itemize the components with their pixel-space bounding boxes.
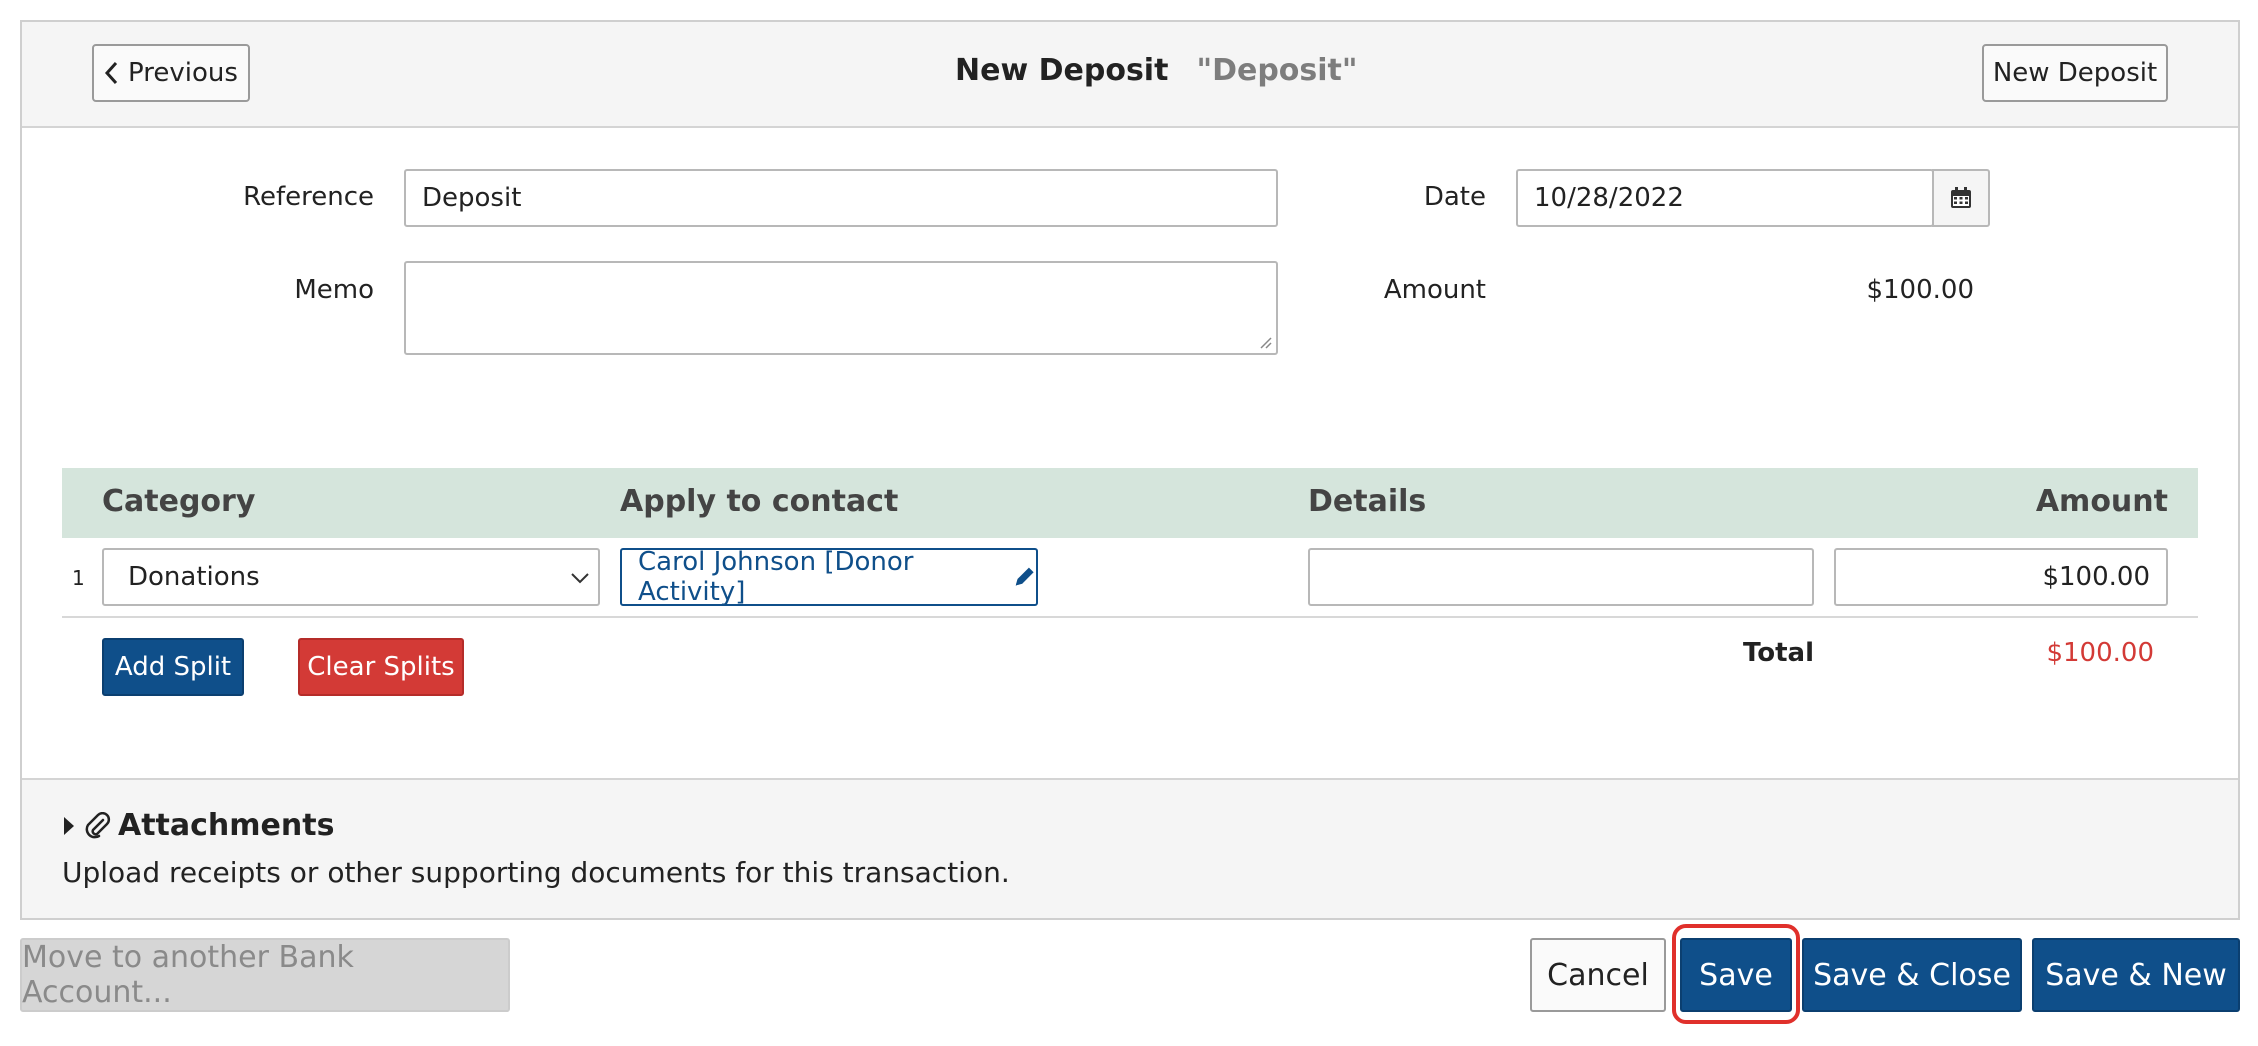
attachments-toggle[interactable]: Attachments xyxy=(62,808,334,843)
reference-value: Deposit xyxy=(422,183,522,213)
details-input[interactable] xyxy=(1308,548,1814,606)
previous-button[interactable]: Previous xyxy=(92,44,250,102)
attachments-section xyxy=(22,778,2238,918)
calendar-icon xyxy=(1951,187,1971,208)
cancel-button[interactable]: Cancel xyxy=(1530,938,1666,1012)
add-split-button[interactable]: Add Split xyxy=(102,638,244,696)
paperclip-icon xyxy=(85,811,111,838)
caret-right-icon xyxy=(64,816,74,835)
memo-label: Memo xyxy=(294,275,374,305)
date-label: Date xyxy=(1423,182,1486,212)
new-deposit-button[interactable]: New Deposit xyxy=(1982,44,2168,102)
attachments-description: Upload receipts or other supporting docu… xyxy=(62,856,1010,889)
amount-label: Amount xyxy=(1383,275,1486,305)
resize-handle-icon[interactable] xyxy=(1256,333,1272,349)
calendar-button[interactable] xyxy=(1932,169,1990,227)
contact-value: Carol Johnson [Donor Activity] xyxy=(638,547,914,607)
date-input[interactable]: 10/28/2022 xyxy=(1516,169,1934,227)
details-column-header: Details xyxy=(1308,484,1427,519)
save-button[interactable]: Save xyxy=(1680,938,1792,1012)
split-row-index: 1 xyxy=(72,566,85,590)
date-value: 10/28/2022 xyxy=(1534,183,1684,213)
total-label: Total xyxy=(1742,638,1814,668)
pencil-icon xyxy=(1015,567,1034,586)
chevron-left-icon xyxy=(105,61,118,85)
page-title-group: New Deposit "Deposit" xyxy=(955,48,1358,92)
total-value: $100.00 xyxy=(2046,638,2154,668)
contact-column-header: Apply to contact xyxy=(620,484,899,519)
chevron-down-icon xyxy=(571,573,589,584)
page-subtitle: "Deposit" xyxy=(1196,52,1358,88)
reference-label: Reference xyxy=(243,182,374,212)
previous-label: Previous xyxy=(128,58,238,88)
category-column-header: Category xyxy=(102,484,256,519)
category-select[interactable]: Donations xyxy=(102,548,600,606)
split-amount-value: $100.00 xyxy=(2042,562,2150,592)
new-deposit-label: New Deposit xyxy=(1992,58,2158,88)
page-title: New Deposit xyxy=(955,52,1169,88)
amount-column-header: Amount xyxy=(2035,484,2168,519)
category-value: Donations xyxy=(128,562,260,592)
splits-header xyxy=(62,468,2198,538)
clear-splits-button[interactable]: Clear Splits xyxy=(298,638,464,696)
memo-textarea[interactable] xyxy=(404,261,1278,355)
split-amount-input[interactable]: $100.00 xyxy=(1834,548,2168,606)
reference-input[interactable]: Deposit xyxy=(404,169,1278,227)
row-divider xyxy=(62,616,2198,618)
save-close-button[interactable]: Save & Close xyxy=(1802,938,2022,1012)
amount-value: $100.00 xyxy=(1866,275,1974,305)
contact-button[interactable]: Carol Johnson [Donor Activity] xyxy=(620,547,1038,607)
save-new-button[interactable]: Save & New xyxy=(2032,938,2240,1012)
attachments-title: Attachments xyxy=(118,808,335,843)
move-account-button[interactable]: Move to another Bank Account... xyxy=(20,938,510,1012)
